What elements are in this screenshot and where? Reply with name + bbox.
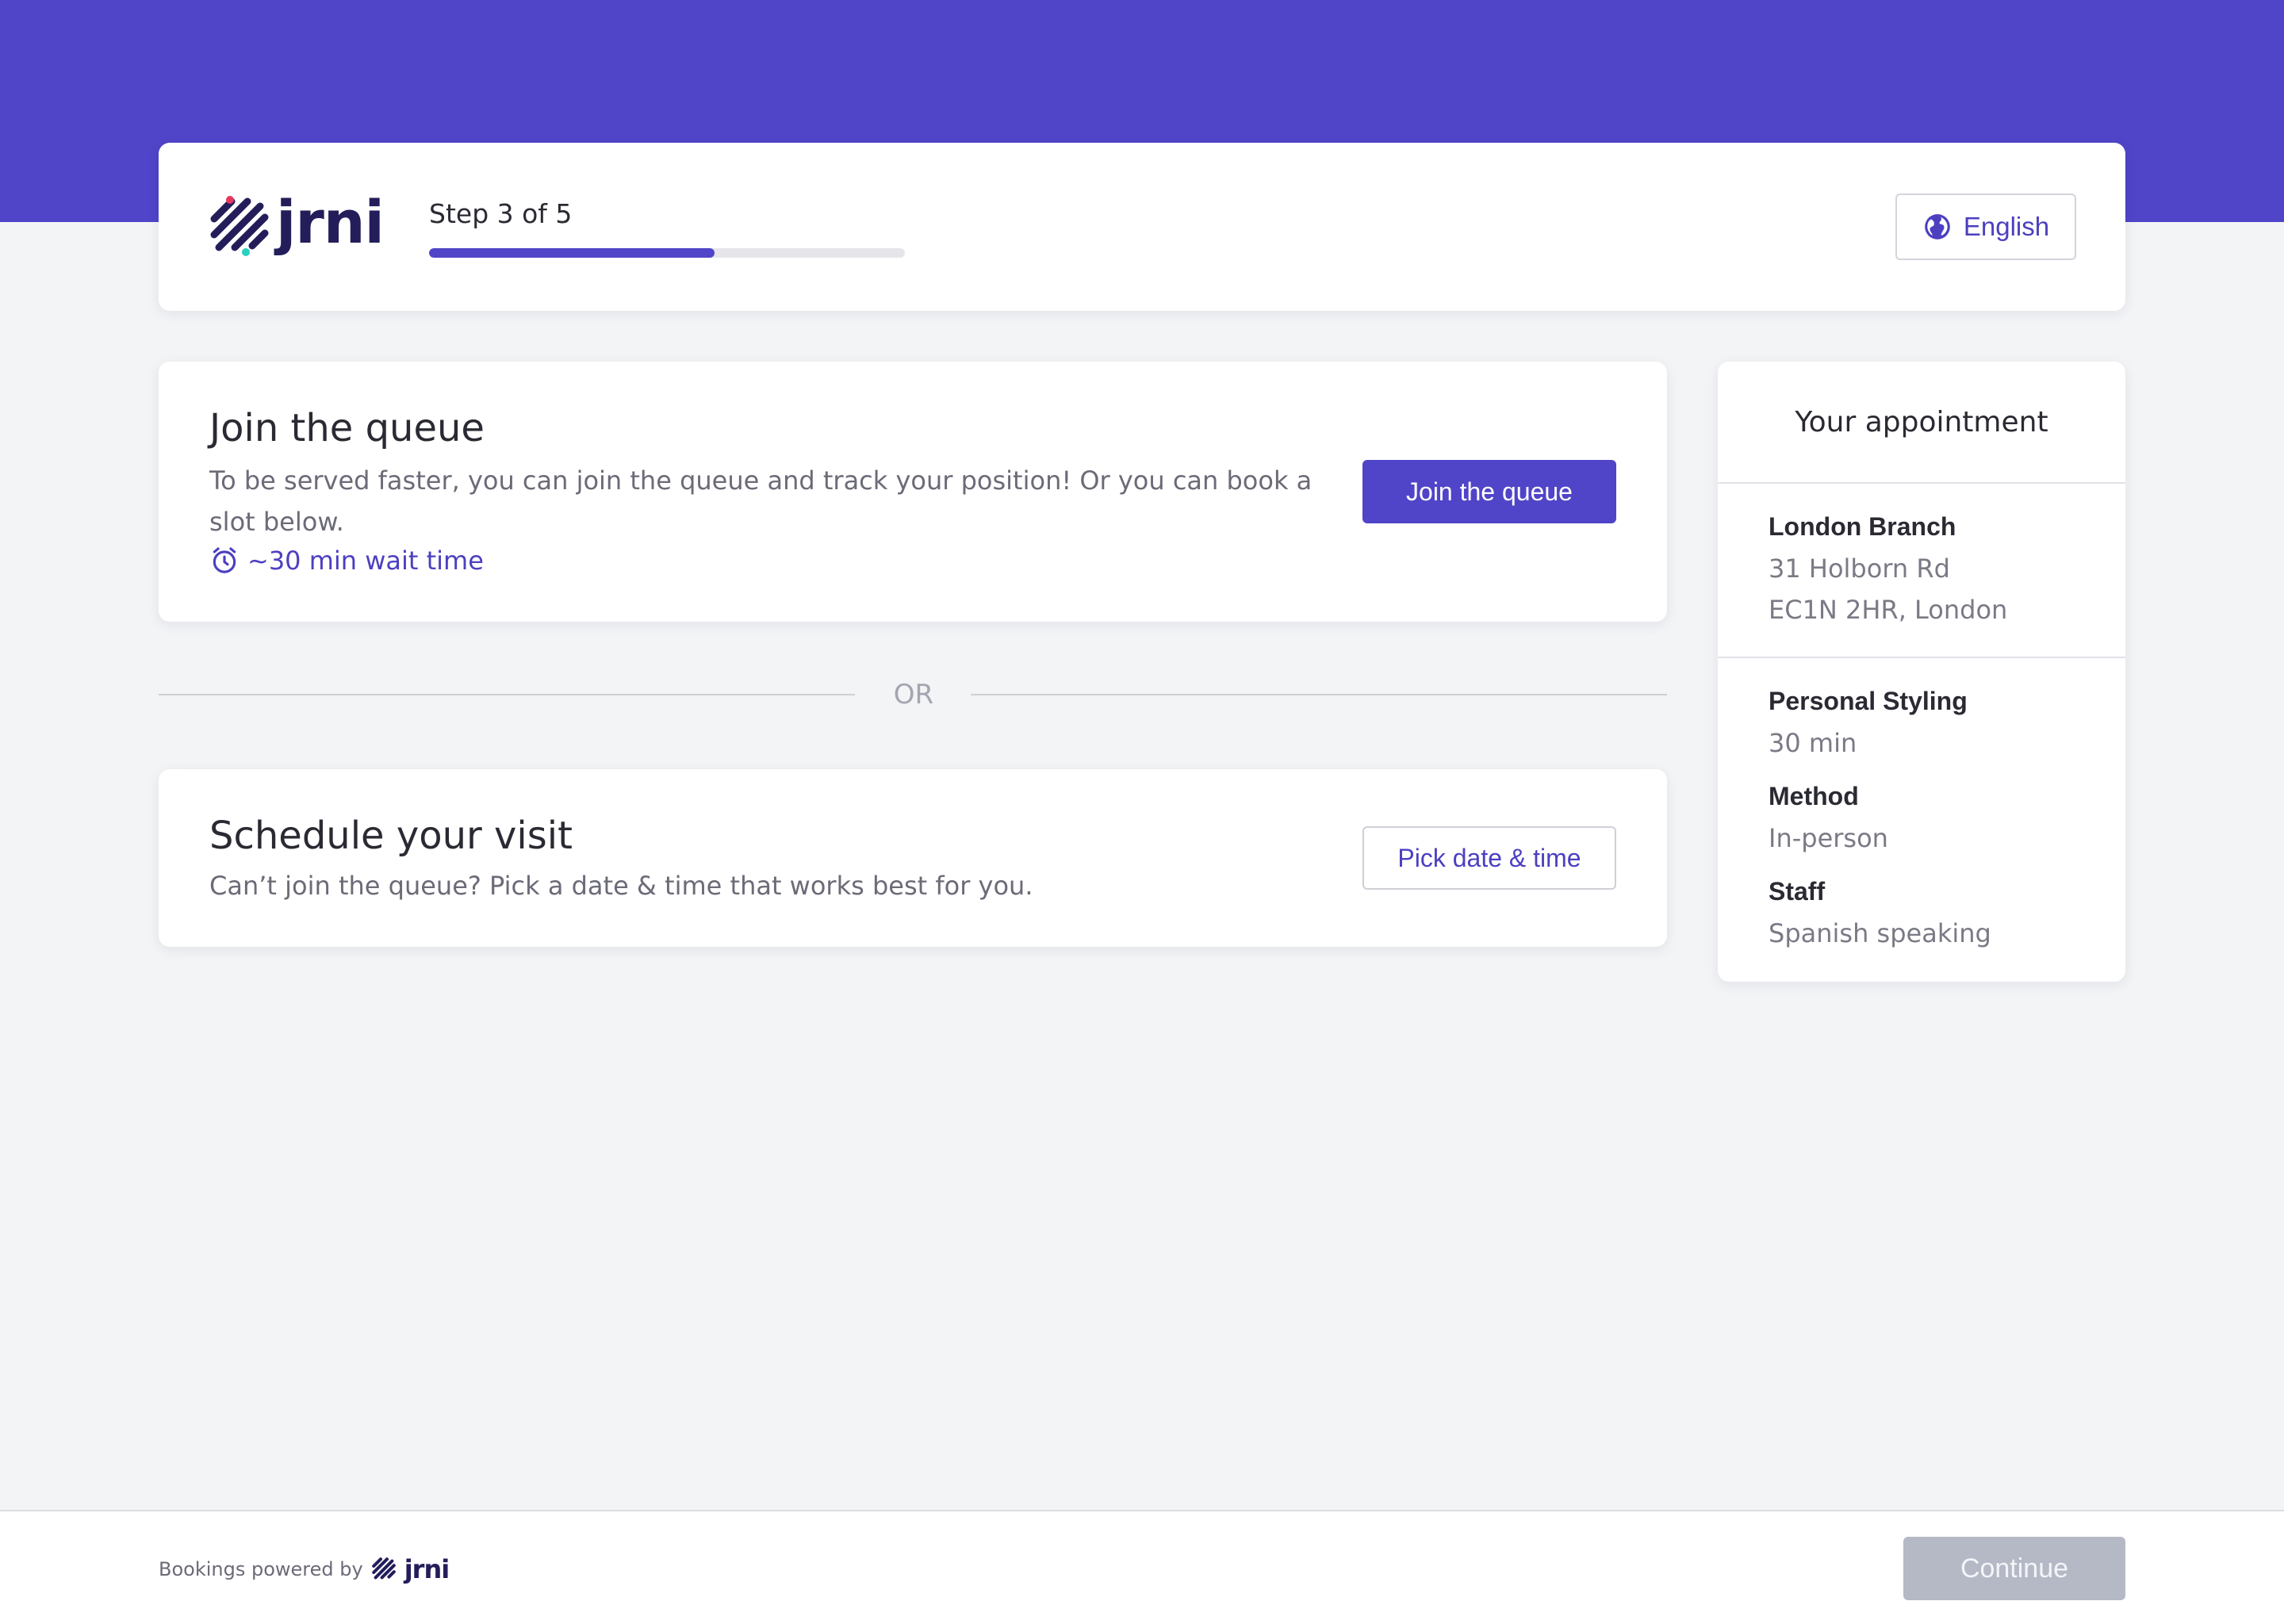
powered-by-label: Bookings powered by [159, 1558, 363, 1580]
continue-button[interactable]: Continue [1903, 1537, 2125, 1600]
jrni-logo[interactable]: jrni [208, 189, 390, 259]
powered-by: Bookings powered by jrni [159, 1554, 450, 1584]
join-queue-description: To be served faster, you can join the qu… [209, 465, 1313, 537]
summary-divider [1718, 657, 2125, 658]
appointment-summary-title: Your appointment [1795, 406, 2048, 439]
divider-line-right [971, 694, 1667, 695]
join-queue-title: Join the queue [209, 406, 485, 450]
globe-icon [1925, 214, 1950, 239]
schedule-visit-title: Schedule your visit [209, 814, 573, 858]
method-value: In-person [1769, 823, 1888, 853]
service-name: Personal Styling [1769, 687, 1968, 715]
language-label: English [1963, 212, 2050, 241]
footer-logo-wordmark[interactable]: jrni [404, 1554, 450, 1584]
language-selector-button[interactable]: English [1895, 193, 2076, 260]
jrni-stripes-logo-icon [371, 1557, 396, 1580]
schedule-visit-card: Schedule your visit Can’t join the queue… [159, 769, 1667, 947]
step-progress-fill [429, 248, 715, 258]
step-progress-bar [429, 248, 905, 258]
jrni-stripes-logo-icon [210, 196, 269, 256]
header-card: jrni Step 3 of 5 English [159, 143, 2125, 311]
method-label: Method [1769, 782, 1859, 810]
join-queue-card: Join the queue To be served faster, you … [159, 362, 1667, 622]
pick-date-time-button[interactable]: Pick date & time [1362, 826, 1616, 890]
staff-label: Staff [1769, 877, 1826, 906]
wait-time: ~30 min wait time [209, 546, 484, 576]
or-divider-label: OR [893, 679, 934, 710]
step-indicator: Step 3 of 5 [429, 198, 573, 229]
alarm-clock-icon [213, 547, 236, 573]
staff-value: Spanish speaking [1769, 918, 1991, 948]
branch-address-line1: 31 Holborn Rd [1769, 553, 1950, 584]
service-duration: 30 min [1769, 728, 1857, 758]
branch-address-line2: EC1N 2HR, London [1769, 595, 2008, 625]
logo-wordmark: jrni [276, 189, 385, 257]
summary-divider [1718, 482, 2125, 484]
wait-time-label: ~30 min wait time [247, 546, 484, 576]
schedule-visit-description: Can’t join the queue? Pick a date & time… [209, 871, 1033, 901]
branch-name: London Branch [1769, 512, 1956, 541]
divider-line-left [159, 694, 855, 695]
appointment-summary-card: Your appointment London Branch 31 Holbor… [1718, 362, 2125, 982]
join-queue-button[interactable]: Join the queue [1362, 460, 1616, 523]
footer-bar: Bookings powered by jrni Continue [0, 1510, 2284, 1624]
